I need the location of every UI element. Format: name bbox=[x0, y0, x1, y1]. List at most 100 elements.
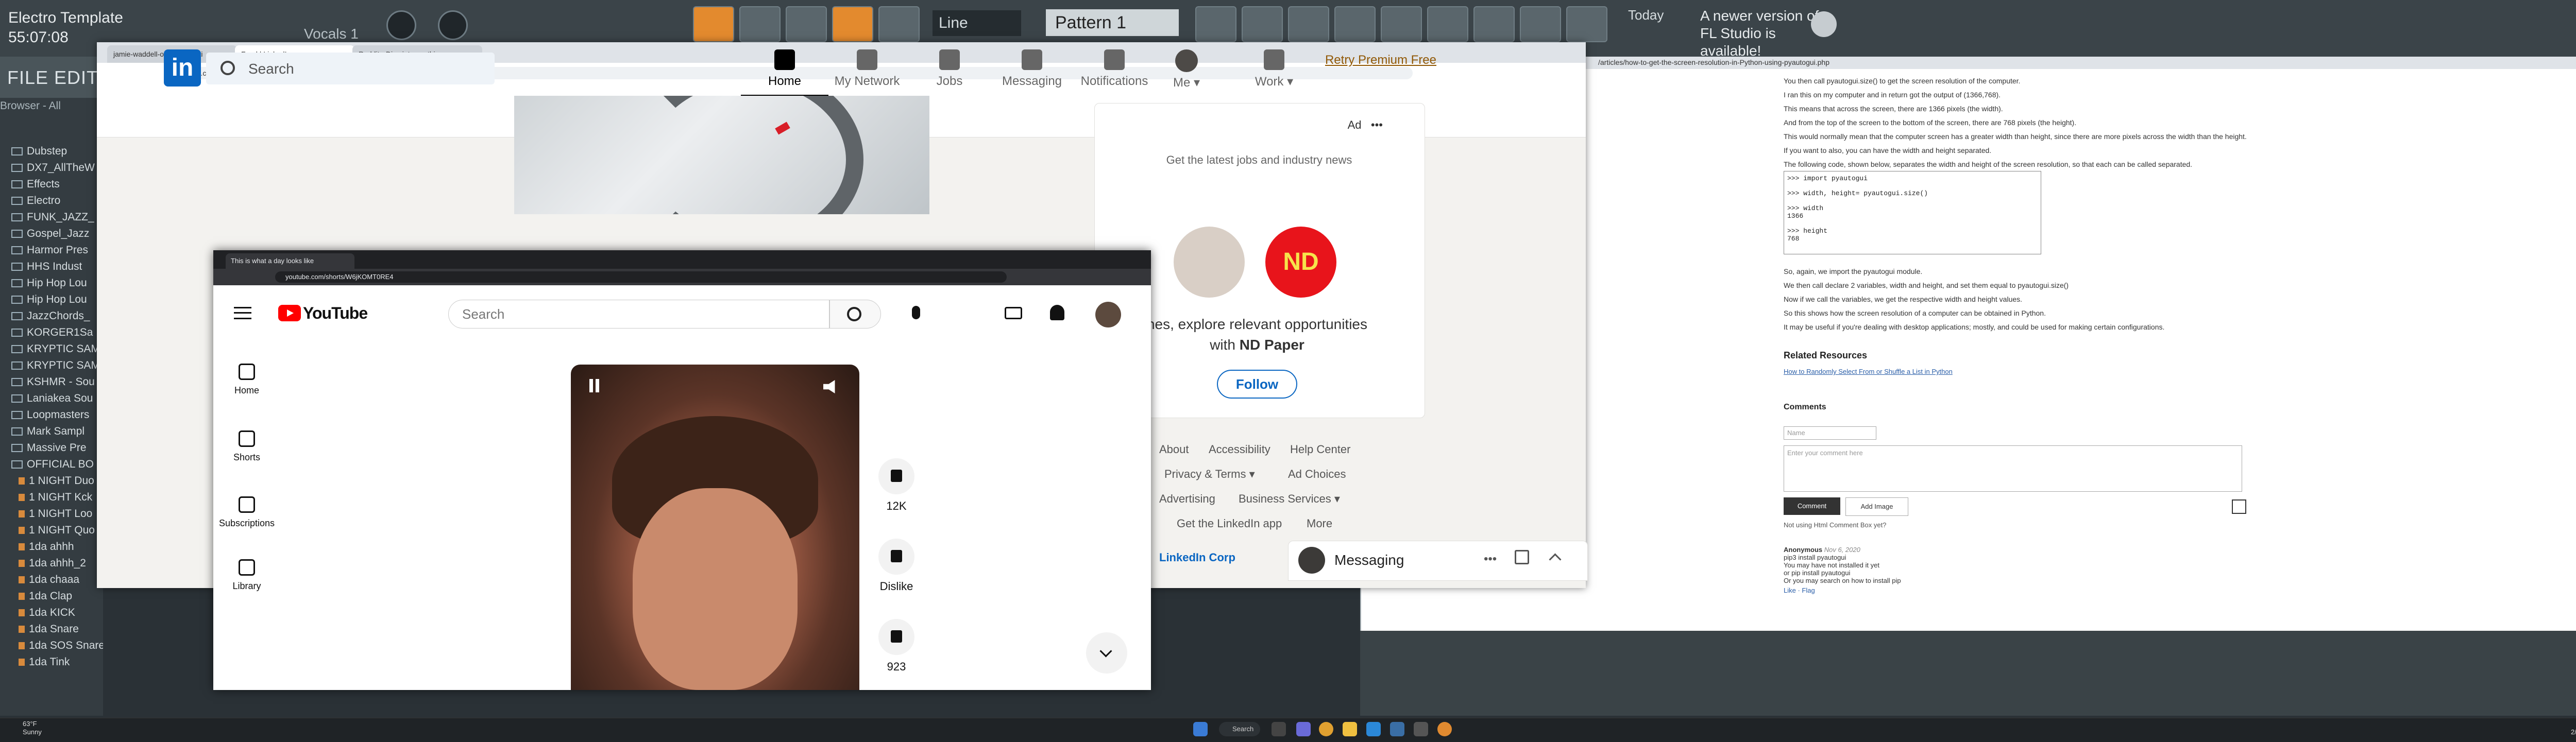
browser-file-item[interactable]: 1da Clap bbox=[0, 590, 103, 607]
premium-link[interactable]: Retry Premium Free bbox=[1319, 51, 1443, 69]
browser-file-item[interactable]: 1 NIGHT Quo bbox=[0, 524, 103, 541]
browser-file-item[interactable]: 1da Tink bbox=[0, 656, 103, 672]
browser-folder-item[interactable]: Laniakea Sou bbox=[0, 392, 103, 409]
record-button[interactable] bbox=[693, 6, 734, 42]
nav-my-network[interactable]: My Network bbox=[823, 49, 911, 95]
channel-rack-icon[interactable] bbox=[1288, 6, 1329, 42]
browser-folder-item[interactable]: Hip Hop Lou bbox=[0, 294, 103, 310]
short-video-player[interactable] bbox=[571, 365, 859, 690]
browser-folder-item[interactable]: FUNK_JAZZ_ bbox=[0, 211, 103, 228]
comment-button[interactable]: Comment bbox=[1784, 497, 1840, 515]
brush-tool-button[interactable] bbox=[832, 6, 873, 42]
browser-folder-item[interactable]: Mark Sampl bbox=[0, 425, 103, 442]
browser-file-item[interactable]: 1da ahhh bbox=[0, 541, 103, 557]
related-link[interactable]: How to Randomly Select From or Shuffle a… bbox=[1784, 368, 1953, 375]
browser-folder-item[interactable]: OFFICIAL BO bbox=[0, 458, 103, 475]
sidebar-item-library[interactable]: Library bbox=[224, 559, 270, 592]
dislike-button[interactable]: Dislike bbox=[870, 539, 923, 593]
playlist-icon[interactable] bbox=[1242, 6, 1283, 42]
master-pitch-knob[interactable] bbox=[386, 10, 416, 40]
master-volume-knob[interactable] bbox=[438, 10, 468, 40]
browser-folder-item[interactable]: KRYPTIC SAM bbox=[0, 343, 103, 359]
hamburger-menu-icon[interactable] bbox=[234, 307, 251, 319]
browser-file-item[interactable]: 1 NIGHT Kck bbox=[0, 491, 103, 508]
nav-jobs[interactable]: Jobs bbox=[906, 49, 993, 95]
windows-start-icon[interactable] bbox=[1193, 722, 1208, 736]
chrome-icon[interactable] bbox=[1319, 722, 1333, 736]
globe-icon[interactable] bbox=[1811, 11, 1837, 37]
footer-about[interactable]: About bbox=[1159, 443, 1189, 456]
comment-box-note[interactable]: Not using Html Comment Box yet? bbox=[1784, 521, 1886, 529]
comments-button[interactable]: 923 bbox=[870, 619, 923, 674]
browser-file-item[interactable]: 1 NIGHT Duo bbox=[0, 475, 103, 491]
footer-app[interactable]: Get the LinkedIn app bbox=[1177, 517, 1282, 530]
mic-icon[interactable] bbox=[912, 306, 920, 319]
tools-icon[interactable] bbox=[1520, 6, 1561, 42]
browser-file-item[interactable]: 1da SOS Snare bbox=[0, 640, 103, 656]
comment-actions[interactable]: Like · Flag bbox=[1784, 586, 1938, 594]
vscode-icon[interactable] bbox=[1366, 722, 1381, 736]
footer-advertising[interactable]: Advertising bbox=[1159, 492, 1215, 506]
browser-file-item[interactable]: 1da KICK bbox=[0, 607, 103, 623]
tab-youtube-short[interactable]: This is what a day looks like bbox=[226, 253, 354, 269]
nav-work[interactable]: Work ▾ bbox=[1241, 49, 1308, 95]
next-video-button[interactable] bbox=[1086, 632, 1127, 674]
follow-button[interactable]: Follow bbox=[1217, 370, 1297, 399]
browser-icon[interactable] bbox=[1427, 6, 1468, 42]
sidebar-item-shorts[interactable]: Shorts bbox=[224, 430, 270, 463]
browser-folder-item[interactable]: Effects bbox=[0, 178, 103, 195]
browser-file-item[interactable]: 1da Snare bbox=[0, 623, 103, 640]
youtube-logo-icon[interactable] bbox=[278, 305, 301, 321]
add-image-button[interactable]: Add Image bbox=[1845, 497, 1908, 516]
footer-accessibility[interactable]: Accessibility bbox=[1209, 443, 1270, 456]
browser-folder-item[interactable]: KORGER1Sa bbox=[0, 326, 103, 343]
browser-file-item[interactable]: 1da ahhh_2 bbox=[0, 557, 103, 574]
weather-widget[interactable]: 63°F Sunny bbox=[23, 720, 42, 736]
app-icon[interactable] bbox=[1390, 722, 1404, 736]
sidebar-item-subscriptions[interactable]: Subscriptions bbox=[218, 496, 275, 529]
footer-help[interactable]: Help Center bbox=[1290, 443, 1350, 456]
browser-folder-item[interactable]: HHS Indust bbox=[0, 261, 103, 277]
feed-post-image[interactable] bbox=[514, 96, 929, 214]
messaging-bar[interactable] bbox=[1288, 541, 1588, 581]
magnet-icon[interactable] bbox=[878, 6, 920, 42]
fl-studio-icon[interactable] bbox=[1437, 722, 1452, 736]
play-button[interactable] bbox=[739, 6, 781, 42]
more-icon[interactable]: ••• bbox=[1484, 552, 1497, 566]
comment-name-input[interactable]: Name bbox=[1784, 426, 1876, 440]
draw-tool-button[interactable] bbox=[786, 6, 827, 42]
nav-notifications[interactable]: Notifications bbox=[1071, 49, 1158, 95]
nav-me[interactable]: Me ▾ bbox=[1153, 49, 1220, 95]
browser-folder-item[interactable]: Hip Hop Lou bbox=[0, 277, 103, 294]
linkedin-logo[interactable]: in bbox=[164, 49, 201, 87]
browser-folder-item[interactable]: Loopmasters bbox=[0, 409, 103, 425]
youtube-logo-text[interactable]: YouTube bbox=[303, 304, 368, 323]
upload-icon[interactable] bbox=[2232, 499, 2246, 514]
create-video-icon[interactable] bbox=[1005, 307, 1022, 319]
plugin-icon[interactable] bbox=[1473, 6, 1515, 42]
footer-ad-choices[interactable]: Ad Choices bbox=[1288, 468, 1346, 481]
browser-folder-item[interactable]: Dubstep bbox=[0, 145, 103, 162]
cursor-icon[interactable] bbox=[1414, 722, 1428, 736]
nav-home[interactable]: Home bbox=[741, 49, 828, 97]
footer-business[interactable]: Business Services ▾ bbox=[1239, 492, 1340, 506]
browser-folder-item[interactable]: Gospel_Jazz bbox=[0, 228, 103, 244]
sidebar-item-home[interactable]: Home bbox=[224, 364, 270, 396]
article-url[interactable]: /articles/how-to-get-the-screen-resoluti… bbox=[1598, 58, 1829, 66]
avatar[interactable] bbox=[1095, 302, 1121, 327]
browser-folder-item[interactable]: Electro bbox=[0, 195, 103, 211]
pause-icon[interactable] bbox=[571, 379, 602, 400]
piano-roll-icon[interactable] bbox=[1381, 6, 1422, 42]
browser-file-item[interactable]: 1da chaaa bbox=[0, 574, 103, 590]
footer-privacy[interactable]: Privacy & Terms ▾ bbox=[1164, 468, 1255, 481]
browser-folder-item[interactable]: JazzChords_ bbox=[0, 310, 103, 326]
browser-folder-item[interactable]: KSHMR - Sou bbox=[0, 376, 103, 392]
mixer-icon[interactable] bbox=[1334, 6, 1376, 42]
nav-messaging[interactable]: Messaging bbox=[988, 49, 1076, 95]
taskbar-search[interactable]: Search bbox=[1219, 722, 1260, 736]
pattern-add-button[interactable] bbox=[1195, 6, 1236, 42]
browser-file-item[interactable]: 1 NIGHT Loo bbox=[0, 508, 103, 524]
file-explorer-icon[interactable] bbox=[1343, 722, 1357, 736]
messaging-label[interactable]: Messaging bbox=[1334, 552, 1404, 568]
pattern-selector[interactable]: Pattern 1 bbox=[1046, 9, 1179, 36]
